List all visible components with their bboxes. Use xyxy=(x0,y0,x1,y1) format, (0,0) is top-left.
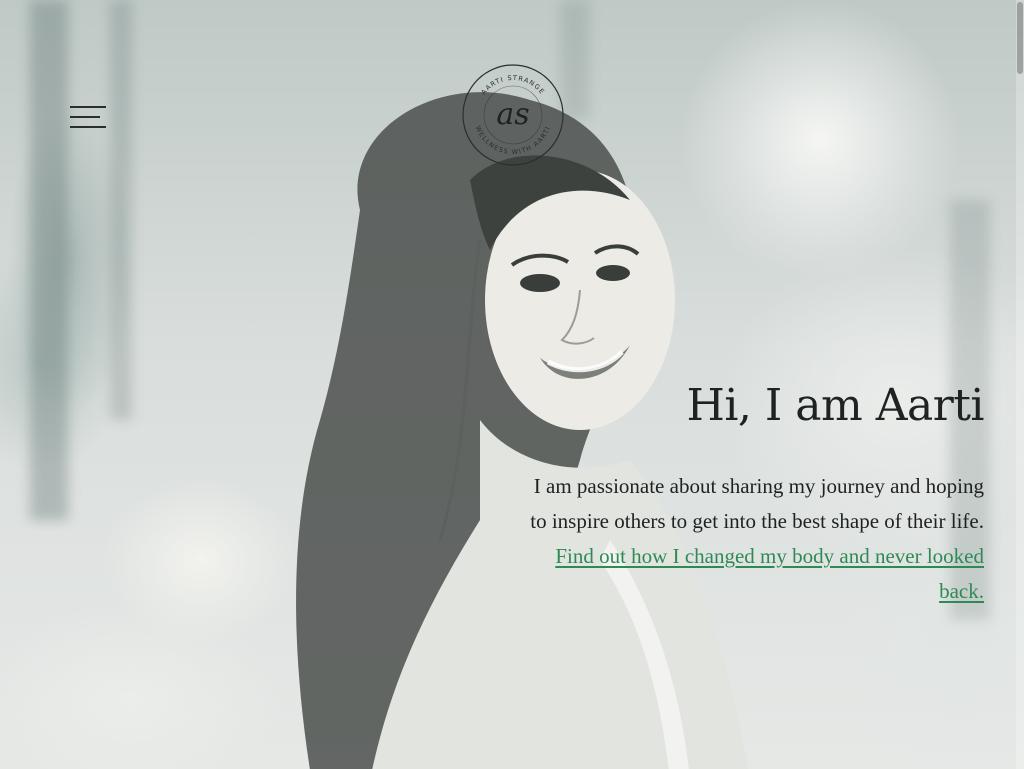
logo-top-text: AARTI STRANGE xyxy=(479,74,545,96)
scrollbar-thumb[interactable] xyxy=(1017,2,1023,74)
intro-section: Hi, I am Aarti I am passionate about sha… xyxy=(514,380,984,609)
logo-monogram: as xyxy=(496,97,529,132)
svg-text:AARTI STRANGE: AARTI STRANGE xyxy=(479,74,546,96)
scrollbar[interactable] xyxy=(1016,0,1024,769)
hamburger-menu-icon[interactable] xyxy=(70,106,106,130)
intro-text: I am passionate about sharing my journey… xyxy=(530,474,984,533)
site-logo[interactable]: AARTI STRANGE WELLNESS WITH AARTI as xyxy=(460,62,566,168)
page-title: Hi, I am Aarti xyxy=(686,380,984,431)
body-transformation-link[interactable]: Find out how I changed my body and never… xyxy=(555,544,984,603)
intro-paragraph: I am passionate about sharing my journey… xyxy=(514,469,984,609)
page: AARTI STRANGE WELLNESS WITH AARTI as Hi,… xyxy=(0,0,1024,769)
